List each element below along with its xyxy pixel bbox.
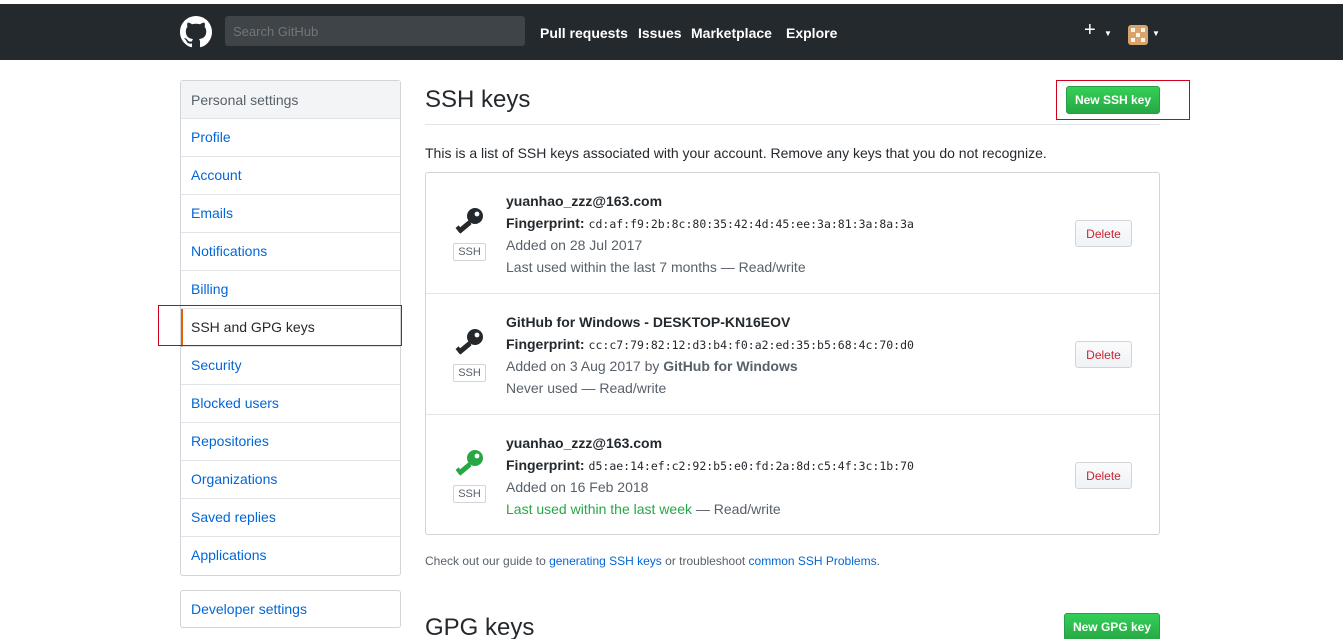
key-fingerprint: Fingerprint: d5:ae:14:ef:c2:92:b5:e0:fd:2… bbox=[506, 457, 914, 473]
ssh-badge: SSH bbox=[453, 485, 486, 503]
ssh-key-list: SSH yuanhao_zzz@163.com Fingerprint: cd:a… bbox=[425, 172, 1160, 535]
sidebar-item-saved-replies[interactable]: Saved replies bbox=[181, 499, 400, 537]
fingerprint-label: Fingerprint: bbox=[506, 457, 585, 473]
divider bbox=[425, 124, 1160, 125]
sidebar-item-security[interactable]: Security bbox=[181, 347, 400, 385]
ssh-badge: SSH bbox=[453, 364, 486, 382]
fingerprint-label: Fingerprint: bbox=[506, 336, 585, 352]
sidebar-item-emails[interactable]: Emails bbox=[181, 195, 400, 233]
gpg-section-title: GPG keys bbox=[425, 614, 535, 639]
added-date: Added on 3 Aug 2017 by bbox=[506, 358, 664, 374]
list-item: SSH yuanhao_zzz@163.com Fingerprint: cd:a… bbox=[426, 173, 1159, 294]
fingerprint-label: Fingerprint: bbox=[506, 215, 585, 231]
guide-suffix: . bbox=[876, 554, 880, 568]
sidebar-heading: Personal settings bbox=[181, 81, 400, 119]
sidebar-item-profile[interactable]: Profile bbox=[181, 119, 400, 157]
key-title: yuanhao_zzz@163.com bbox=[506, 193, 663, 209]
added-date: Added on 28 Jul 2017 bbox=[506, 237, 643, 253]
sidebar-item-notifications[interactable]: Notifications bbox=[181, 233, 400, 271]
key-last-used: Last used within the last 7 months — Rea… bbox=[506, 259, 806, 275]
new-gpg-key-button[interactable]: New GPG key bbox=[1064, 613, 1160, 639]
key-icon bbox=[455, 329, 483, 355]
guide-prefix: Check out our guide to bbox=[425, 554, 550, 568]
delete-button[interactable]: Delete bbox=[1075, 341, 1132, 368]
github-logo-icon[interactable] bbox=[180, 16, 212, 48]
chevron-down-icon: ▼ bbox=[1104, 29, 1112, 38]
delete-button[interactable]: Delete bbox=[1075, 220, 1132, 247]
key-added: Added on 28 Jul 2017 bbox=[506, 237, 642, 253]
fingerprint-value: cd:af:f9:2b:8c:80:35:42:4d:45:ee:3a:81:3… bbox=[588, 217, 914, 231]
ssh-badge: SSH bbox=[453, 243, 486, 261]
access-level: — Read/write bbox=[716, 259, 806, 275]
common-ssh-problems-link[interactable]: common SSH Problems bbox=[749, 554, 877, 568]
fingerprint-value: cc:c7:79:82:12:d3:b4:f0:a2:ed:35:b5:68:4… bbox=[588, 338, 914, 352]
search-input[interactable] bbox=[225, 16, 525, 46]
highlight-annotation-box bbox=[1056, 80, 1190, 120]
nav-pull-requests[interactable]: Pull requests bbox=[540, 25, 628, 41]
guide-mid: or troubleshoot bbox=[661, 554, 749, 568]
last-used-text: Last used within the last 7 months bbox=[506, 259, 717, 275]
chevron-down-icon: ▼ bbox=[1152, 29, 1160, 38]
avatar[interactable] bbox=[1128, 25, 1148, 45]
sidebar-item-billing[interactable]: Billing bbox=[181, 271, 400, 309]
key-icon bbox=[455, 450, 483, 476]
list-item: SSH GitHub for Windows - DESKTOP-KN16EOV… bbox=[426, 294, 1159, 415]
last-used-text: Never used bbox=[506, 380, 578, 396]
nav-marketplace[interactable]: Marketplace bbox=[691, 25, 772, 41]
nav-issues[interactable]: Issues bbox=[638, 25, 682, 41]
generating-ssh-keys-link[interactable]: generating SSH keys bbox=[549, 554, 662, 568]
access-level: — Read/write bbox=[577, 380, 667, 396]
fingerprint-value: d5:ae:14:ef:c2:92:b5:e0:fd:2a:8d:c5:4f:3… bbox=[588, 459, 914, 473]
sidebar-item-repositories[interactable]: Repositories bbox=[181, 423, 400, 461]
key-icon bbox=[455, 208, 483, 234]
delete-button[interactable]: Delete bbox=[1075, 462, 1132, 489]
create-new-button[interactable]: + bbox=[1084, 20, 1096, 40]
key-last-used: Last used within the last week — Read/wr… bbox=[506, 501, 781, 517]
sidebar-item-blocked-users[interactable]: Blocked users bbox=[181, 385, 400, 423]
highlight-annotation-box bbox=[158, 305, 402, 346]
key-title: GitHub for Windows - DESKTOP-KN16EOV bbox=[506, 314, 791, 330]
key-title: yuanhao_zzz@163.com bbox=[506, 435, 663, 451]
ssh-guide-text: Check out our guide to generating SSH ke… bbox=[425, 554, 880, 568]
added-date: Added on 16 Feb 2018 bbox=[506, 479, 649, 495]
intro-text: This is a list of SSH keys associated wi… bbox=[425, 145, 1047, 161]
sidebar-item-developer-settings[interactable]: Developer settings bbox=[180, 590, 401, 628]
added-by: GitHub for Windows bbox=[663, 358, 798, 374]
page-title: SSH keys bbox=[425, 86, 531, 113]
key-added: Added on 3 Aug 2017 by GitHub for Window… bbox=[506, 358, 798, 374]
key-fingerprint: Fingerprint: cc:c7:79:82:12:d3:b4:f0:a2:e… bbox=[506, 336, 914, 352]
sidebar-item-organizations[interactable]: Organizations bbox=[181, 461, 400, 499]
sidebar-item-account[interactable]: Account bbox=[181, 157, 400, 195]
nav-explore[interactable]: Explore bbox=[786, 25, 837, 41]
access-level: — Read/write bbox=[692, 501, 781, 517]
key-fingerprint: Fingerprint: cd:af:f9:2b:8c:80:35:42:4d:4… bbox=[506, 215, 914, 231]
global-header: Pull requests Issues Marketplace Explore… bbox=[0, 4, 1343, 60]
key-added: Added on 16 Feb 2018 bbox=[506, 479, 648, 495]
list-item: SSH yuanhao_zzz@163.com Fingerprint: d5:a… bbox=[426, 415, 1159, 536]
key-last-used: Never used — Read/write bbox=[506, 380, 666, 396]
last-used-text: Last used within the last week bbox=[506, 501, 692, 517]
sidebar-item-applications[interactable]: Applications bbox=[181, 537, 400, 575]
